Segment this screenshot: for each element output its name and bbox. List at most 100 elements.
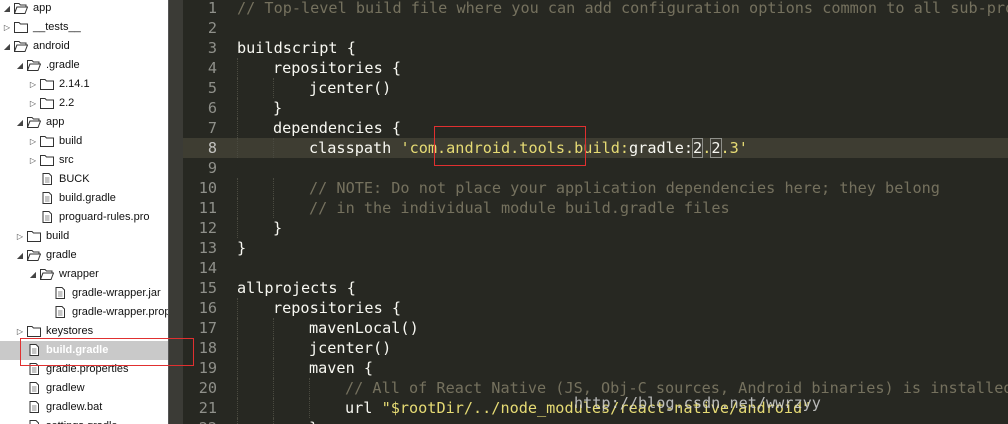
line-number: 14 [198, 259, 217, 277]
code-line[interactable]: 15 allprojects { [183, 278, 1008, 298]
code-line[interactable]: 3 buildscript { [183, 38, 1008, 58]
tree-folder[interactable]: ◢ gradle [0, 246, 168, 265]
indent-guide [237, 218, 238, 238]
expand-open-icon[interactable]: ◢ [15, 246, 25, 265]
tree-file[interactable]: build.gradle [0, 341, 168, 360]
tree-folder[interactable]: ▷ 2.2 [0, 94, 168, 113]
tree-file[interactable]: gradlew.bat [0, 398, 168, 417]
code-line[interactable]: 1 // Top-level build file where you can a… [183, 0, 1008, 18]
tree-folder[interactable]: ◢ android [0, 37, 168, 56]
tree-file[interactable]: settings.gradle [0, 417, 168, 424]
code-line[interactable]: 6} [183, 98, 1008, 118]
line-number: 17 [198, 319, 217, 337]
expand-closed-icon[interactable]: ▷ [28, 94, 38, 113]
line-number: 5 [207, 79, 217, 97]
code-line[interactable]: 4 repositories { [183, 58, 1008, 78]
tree-file[interactable]: proguard-rules.pro [0, 208, 168, 227]
expand-closed-icon[interactable]: ▷ [2, 18, 12, 37]
code-line[interactable]: 8 classpath 'com.android.tools.build:grad… [183, 138, 1008, 158]
expand-open-icon[interactable]: ◢ [28, 265, 38, 284]
tree-file[interactable]: gradle-wrapper.jar [0, 284, 168, 303]
code-text: buildscript { [237, 38, 356, 58]
code-line[interactable]: 16 repositories { [183, 298, 1008, 318]
code-line[interactable]: 17 mavenLocal() [183, 318, 1008, 338]
tree-folder[interactable]: ◢ wrapper [0, 265, 168, 284]
expand-open-icon[interactable]: ◢ [2, 37, 12, 56]
expand-closed-icon[interactable]: ▷ [28, 132, 38, 151]
line-number: 15 [198, 279, 217, 297]
indent-guide [309, 398, 310, 418]
tree-folder[interactable]: ▷ src [0, 151, 168, 170]
tree-file[interactable]: gradle-wrapper.properties [0, 303, 168, 322]
code-line[interactable]: 2 [183, 18, 1008, 38]
expand-open-icon[interactable]: ◢ [15, 113, 25, 132]
tree-item-label: BUCK [59, 173, 90, 185]
tree-folder[interactable]: ◢ app [0, 113, 168, 132]
indent-guide [273, 418, 274, 424]
tree-item-label: 2.2 [59, 97, 75, 109]
token: jcenter() [309, 79, 392, 97]
line-number: 18 [198, 339, 217, 357]
tree-folder[interactable]: ▷ __tests__ [0, 18, 168, 37]
token: maven { [309, 359, 374, 377]
tree-item-label: gradlew.bat [46, 401, 103, 413]
line-number: 13 [198, 239, 217, 257]
tree-folder[interactable]: ◢ .gradle [0, 56, 168, 75]
code-line[interactable]: 11 // in the individual module build.grad… [183, 198, 1008, 218]
code-line[interactable]: 5 jcenter() [183, 78, 1008, 98]
file-icon [53, 287, 67, 299]
tree-folder[interactable]: ◢ app [0, 0, 168, 18]
tree-file[interactable]: gradle.properties [0, 360, 168, 379]
expand-closed-icon[interactable]: ▷ [28, 75, 38, 94]
tree-folder[interactable]: ▷ 2.14.1 [0, 75, 168, 94]
indent-guide [237, 58, 238, 78]
code-line[interactable]: 13} [183, 238, 1008, 258]
tree-item-label: app [33, 2, 52, 14]
line-number: 12 [198, 219, 217, 237]
token: 2 [710, 138, 722, 158]
tree-folder[interactable]: ▷ build [0, 227, 168, 246]
token: gradle: [629, 139, 694, 157]
code-line[interactable]: 18 jcenter() [183, 338, 1008, 358]
file-icon [27, 420, 41, 424]
token: dependencies { [273, 119, 402, 137]
tree-file[interactable]: gradlew [0, 379, 168, 398]
token: buildscript { [237, 39, 356, 57]
tree-item-label: 2.14.1 [59, 78, 90, 90]
expand-closed-icon[interactable]: ▷ [15, 322, 25, 341]
expand-closed-icon[interactable]: ▷ [15, 227, 25, 246]
tree-item-label: gradlew [46, 382, 85, 394]
code-line[interactable]: 12} [183, 218, 1008, 238]
token: repositories { [273, 59, 402, 77]
token: 'com.android.tools.build: [400, 139, 630, 157]
line-number: 9 [207, 159, 217, 177]
watermark: http://blog.csdn.net/wwrzyy [574, 394, 821, 412]
tree-item-label: src [59, 154, 74, 166]
tree-folder[interactable]: ▷ build [0, 132, 168, 151]
code-line[interactable]: 19 maven { [183, 358, 1008, 378]
tree-file[interactable]: BUCK [0, 170, 168, 189]
code-line[interactable]: 7 dependencies { [183, 118, 1008, 138]
sidebar-splitter[interactable] [168, 0, 183, 424]
expand-closed-icon[interactable]: ▷ [28, 151, 38, 170]
folder-open-icon [26, 59, 42, 71]
tree-item-label: proguard-rules.pro [59, 211, 150, 223]
expand-open-icon[interactable]: ◢ [2, 0, 12, 18]
folder-icon [27, 230, 41, 242]
code-line[interactable]: 14 [183, 258, 1008, 278]
folder-open-icon [39, 268, 55, 280]
line-number: 8 [207, 139, 217, 157]
token: } [309, 419, 318, 424]
tree-item-label: build [46, 230, 70, 242]
code-line[interactable]: 10 // NOTE: Do not place your application… [183, 178, 1008, 198]
tree-file[interactable]: build.gradle [0, 189, 168, 208]
code-line[interactable]: 9 [183, 158, 1008, 178]
code-line[interactable]: 22} [183, 418, 1008, 424]
code-text: } [309, 418, 318, 424]
expand-open-icon[interactable]: ◢ [15, 56, 25, 75]
code-text: } [273, 98, 282, 118]
indent-guide [237, 138, 238, 158]
tree-folder[interactable]: ▷ keystores [0, 322, 168, 341]
tree-item-label: android [33, 40, 70, 52]
code-editor[interactable]: 1 // Top-level build file where you can a… [183, 0, 1008, 424]
